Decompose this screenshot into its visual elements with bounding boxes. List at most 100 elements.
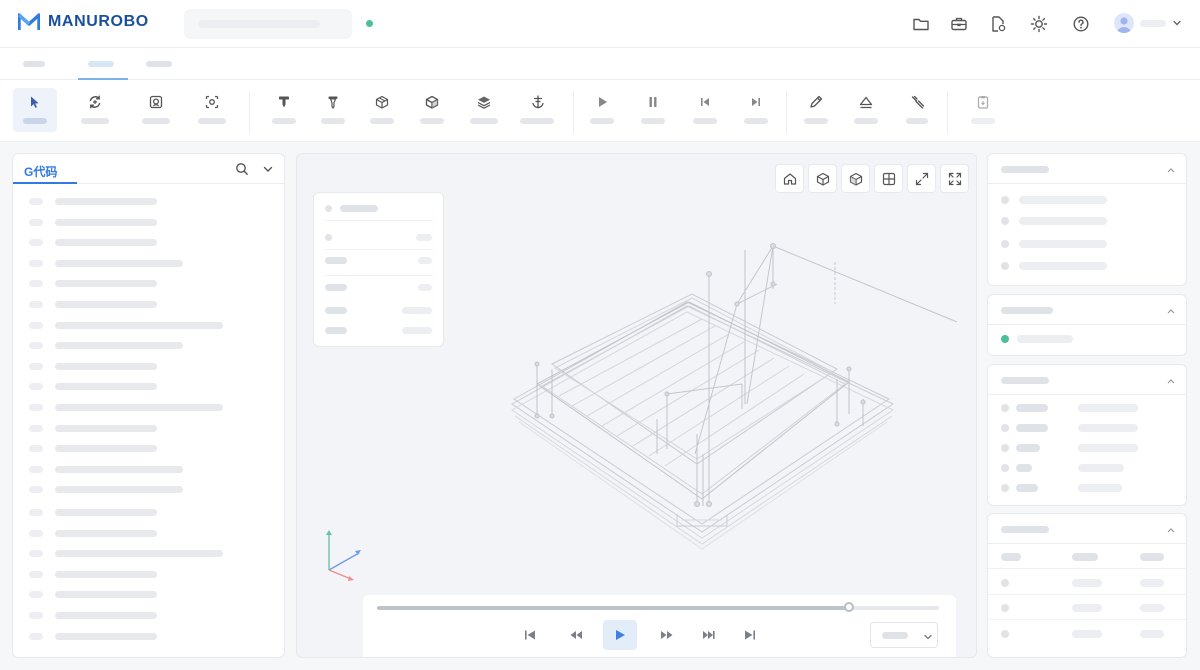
cursor-icon [31, 96, 39, 108]
tool-settings-button[interactable] [896, 88, 940, 132]
transform-icon [89, 95, 101, 109]
box-icon [375, 95, 389, 109]
file-settings-icon[interactable] [988, 14, 1008, 34]
panel-1-header[interactable] [988, 154, 1186, 184]
eraser-tool-button[interactable] [844, 88, 888, 132]
grid-view-button[interactable] [874, 164, 903, 193]
manurobo-logo-icon [18, 13, 40, 30]
gcode-line-number [29, 198, 43, 205]
gcode-line-number [29, 612, 43, 619]
progress-slider[interactable] [377, 602, 939, 612]
tool-icon [911, 95, 925, 109]
skip-back-tool-button[interactable] [683, 88, 727, 132]
nozzle-alt-tool-button[interactable] [311, 88, 355, 132]
speed-select[interactable] [870, 622, 938, 648]
app-logo[interactable]: MANUROBO [18, 13, 149, 31]
sun-icon[interactable] [1029, 14, 1049, 34]
step-forward-icon [703, 631, 715, 639]
chevron-down-icon [1172, 18, 1182, 28]
gcode-line-number [29, 404, 43, 411]
gcode-line-number [29, 301, 43, 308]
folder-icon[interactable] [911, 14, 931, 34]
nozzle-tool-button[interactable] [262, 88, 306, 132]
panel-3-header[interactable] [988, 365, 1186, 395]
right-panel-2 [987, 294, 1187, 356]
transform-tool-button[interactable] [73, 88, 117, 132]
home-view-button[interactable] [775, 164, 804, 193]
panel-2-header[interactable] [988, 295, 1186, 325]
anchor-tool-button[interactable] [516, 88, 560, 132]
axis-gizmo-icon [326, 530, 361, 581]
gcode-line-text [55, 198, 157, 205]
pause-tool-button[interactable] [631, 88, 675, 132]
anchor-icon [532, 95, 544, 109]
gcode-line-number [29, 239, 43, 247]
stats-overlay [313, 192, 444, 347]
panel-4-header[interactable] [988, 514, 1186, 544]
box-tool-button[interactable] [360, 88, 404, 132]
play-icon [599, 97, 607, 107]
gcode-line-text [55, 486, 183, 494]
fullscreen-button[interactable] [940, 164, 969, 193]
pen-tool-button[interactable] [794, 88, 838, 132]
gcode-line-text [55, 529, 157, 537]
fast-forward-button[interactable] [650, 620, 684, 650]
chevron-down-icon [924, 634, 932, 640]
clipboard-tool-button[interactable] [961, 88, 1005, 132]
play-button[interactable] [603, 620, 637, 650]
tab-3[interactable] [136, 48, 182, 80]
project-name-placeholder [198, 20, 320, 28]
step-forward-button[interactable] [692, 620, 726, 650]
tab-gcode[interactable]: G代码 [13, 154, 77, 184]
chevron-up-icon [1167, 168, 1175, 173]
gcode-line-text [55, 424, 157, 432]
skip-to-start-button[interactable] [513, 620, 547, 650]
help-icon[interactable] [1071, 14, 1091, 34]
gcode-line-text [55, 321, 223, 329]
gcode-line-number [29, 570, 43, 578]
project-name-field[interactable] [184, 9, 352, 39]
user-menu[interactable] [1114, 13, 1182, 33]
expand-icon [915, 172, 929, 186]
gcode-line-number [29, 218, 43, 226]
select-tool-button[interactable] [13, 88, 57, 132]
gcode-line-text [55, 445, 157, 453]
gcode-line-number [29, 445, 43, 453]
gcode-line-number [29, 529, 43, 537]
expand-view-button[interactable] [907, 164, 936, 193]
scan-tool-button[interactable] [134, 88, 178, 132]
front-view-button[interactable] [808, 164, 837, 193]
skip-back-icon [701, 98, 709, 106]
gcode-line-number [29, 509, 43, 516]
axis-gizmo [321, 526, 369, 586]
layers-tool-button[interactable] [462, 88, 506, 132]
speed-value-placeholder [882, 632, 908, 639]
cube-tool-button[interactable] [410, 88, 454, 132]
iso-view-button[interactable] [841, 164, 870, 193]
nozzle-alt-icon [328, 96, 338, 110]
progress-handle[interactable] [844, 602, 855, 612]
gcode-line-number [29, 362, 43, 370]
cube-icon [425, 95, 439, 109]
gcode-line-text [55, 612, 157, 619]
fullscreen-icon [948, 172, 962, 186]
chevron-down-icon[interactable] [262, 163, 274, 175]
tab-1[interactable] [12, 48, 56, 80]
3d-viewport[interactable] [296, 153, 977, 658]
skip-forward-tool-button[interactable] [734, 88, 778, 132]
brand-name: MANUROBO [48, 13, 149, 30]
capture-tool-button[interactable] [190, 88, 234, 132]
nozzle-icon [279, 96, 289, 108]
search-icon[interactable] [235, 162, 249, 176]
toolbox-icon[interactable] [949, 14, 969, 34]
play-tool-button[interactable] [580, 88, 624, 132]
gcode-line-text [55, 342, 183, 350]
right-panel-4 [987, 513, 1187, 658]
gcode-line-text [55, 301, 157, 308]
play-icon [616, 630, 625, 640]
skip-to-end-button[interactable] [733, 620, 767, 650]
skip-to-start-icon [525, 630, 535, 640]
tab-2[interactable] [78, 48, 128, 80]
user-name-placeholder [1140, 19, 1166, 27]
rewind-button[interactable] [559, 620, 593, 650]
